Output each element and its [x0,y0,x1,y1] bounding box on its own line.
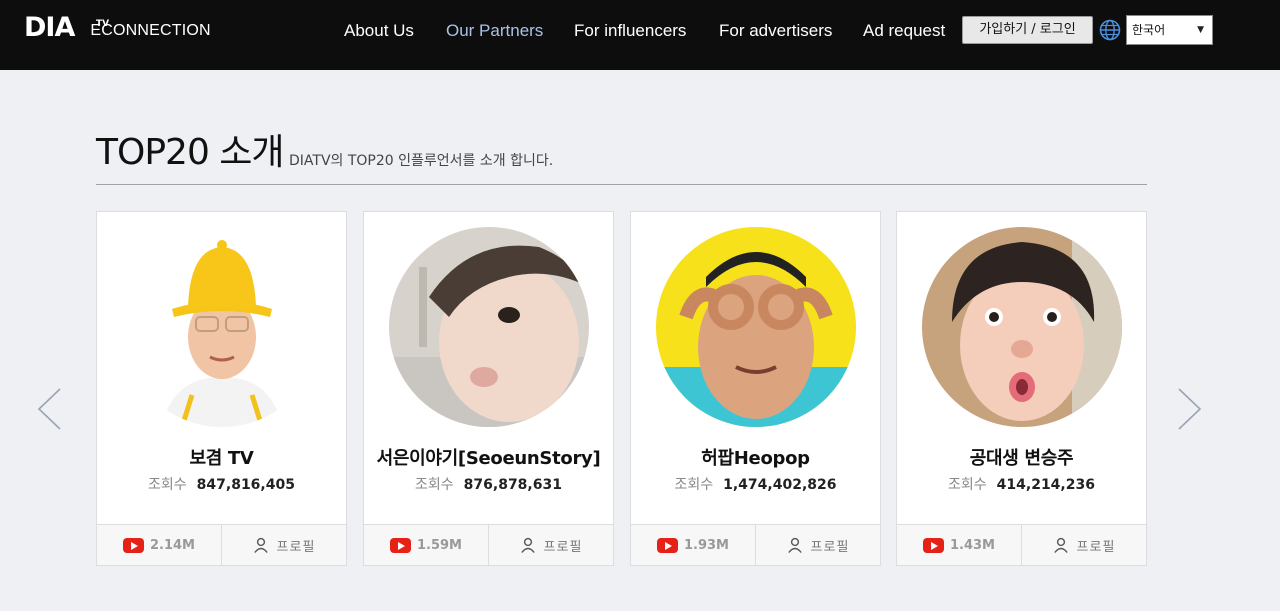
influencer-name: 보겸 TV [189,448,254,469]
youtube-subscribers-link[interactable]: 1.43M [897,525,1021,565]
card-footer: 1.93M 프로필 [631,524,880,565]
influencer-avatar[interactable] [656,227,856,427]
youtube-icon [122,537,144,553]
user-icon [787,537,802,553]
nav-ad-request[interactable]: Ad request [863,20,945,42]
top-navigation-bar: DIA TV ECONNECTION About Us Our Partners… [0,0,1280,70]
profile-link[interactable]: 프로필 [1021,525,1146,565]
influencer-avatar[interactable] [122,227,322,427]
influencer-views: 조회수 414,214,236 [897,474,1146,494]
influencer-card[interactable]: 공대생 변승주 조회수 414,214,236 1.43M 프로필 [896,211,1147,566]
subscriber-count: 2.14M [149,537,195,553]
views-count: 414,214,236 [996,477,1095,493]
nav-for-influencers[interactable]: For influencers [574,20,686,42]
dropdown-caret-icon: ▼ [1197,25,1204,35]
section-subtitle: DIATV의 TOP20 인플루언서를 소개 합니다. [289,153,554,169]
language-select-value: 한국어 [1132,23,1166,37]
card-footer: 1.59M 프로필 [364,524,613,565]
views-count: 847,816,405 [196,477,295,493]
youtube-icon [922,537,944,553]
views-label: 조회수 [948,477,987,493]
profile-link[interactable]: 프로필 [755,525,880,565]
youtube-icon [656,537,678,553]
influencer-views: 조회수 1,474,402,826 [631,474,880,494]
profile-label: 프로필 [276,539,316,555]
youtube-subscribers-link[interactable]: 1.93M [631,525,755,565]
influencer-avatar[interactable] [922,227,1122,427]
language-select[interactable]: 한국어 ▼ [1126,15,1213,45]
views-label: 조회수 [148,477,187,493]
card-footer: 2.14M 프로필 [97,524,346,565]
influencer-name: 서은이야기[SeoeunStory] [376,448,601,469]
influencer-name: 공대생 변승주 [969,448,1074,469]
views-label: 조회수 [415,477,454,493]
profile-label: 프로필 [543,539,583,555]
section-divider [96,184,1147,185]
logo-mark-text: DIA [24,12,75,43]
logo-mark: DIA TV [24,12,109,43]
profile-link[interactable]: 프로필 [488,525,613,565]
influencer-views: 조회수 876,878,631 [364,474,613,494]
views-count: 1,474,402,826 [723,477,837,493]
youtube-icon [389,537,411,553]
globe-icon[interactable] [1099,19,1121,41]
subscriber-count: 1.43M [949,537,995,553]
influencer-avatar[interactable] [389,227,589,427]
profile-label: 프로필 [810,539,850,555]
nav-about-us[interactable]: About Us [344,20,414,42]
profile-label: 프로필 [1076,539,1116,555]
section-title: TOP20 소개 [96,132,285,173]
logo[interactable]: DIA TV ECONNECTION [24,14,211,42]
user-icon [520,537,535,553]
subscriber-count: 1.93M [683,537,729,553]
user-icon [253,537,268,553]
youtube-subscribers-link[interactable]: 1.59M [364,525,488,565]
influencer-name: 허팝Heopop [701,448,810,469]
chevron-left-icon[interactable] [36,387,64,431]
nav-our-partners[interactable]: Our Partners [446,20,543,42]
chevron-right-icon[interactable] [1175,387,1203,431]
subscriber-count: 1.59M [416,537,462,553]
card-footer: 1.43M 프로필 [897,524,1146,565]
influencer-views: 조회수 847,816,405 [97,474,346,494]
join-login-button[interactable]: 가입하기 / 로그인 [962,16,1093,44]
influencer-card[interactable]: 서은이야기[SeoeunStory] 조회수 876,878,631 1.59M … [363,211,614,566]
youtube-subscribers-link[interactable]: 2.14M [97,525,221,565]
nav-for-advertisers[interactable]: For advertisers [719,20,832,42]
user-icon [1053,537,1068,553]
views-label: 조회수 [674,477,714,493]
influencer-card[interactable]: 허팝Heopop 조회수 1,474,402,826 1.93M 프로필 [630,211,881,566]
logo-superscript: TV [96,19,110,29]
influencer-card[interactable]: 보겸 TV 조회수 847,816,405 2.14M 프로필 [96,211,347,566]
profile-link[interactable]: 프로필 [221,525,346,565]
views-count: 876,878,631 [463,477,562,493]
